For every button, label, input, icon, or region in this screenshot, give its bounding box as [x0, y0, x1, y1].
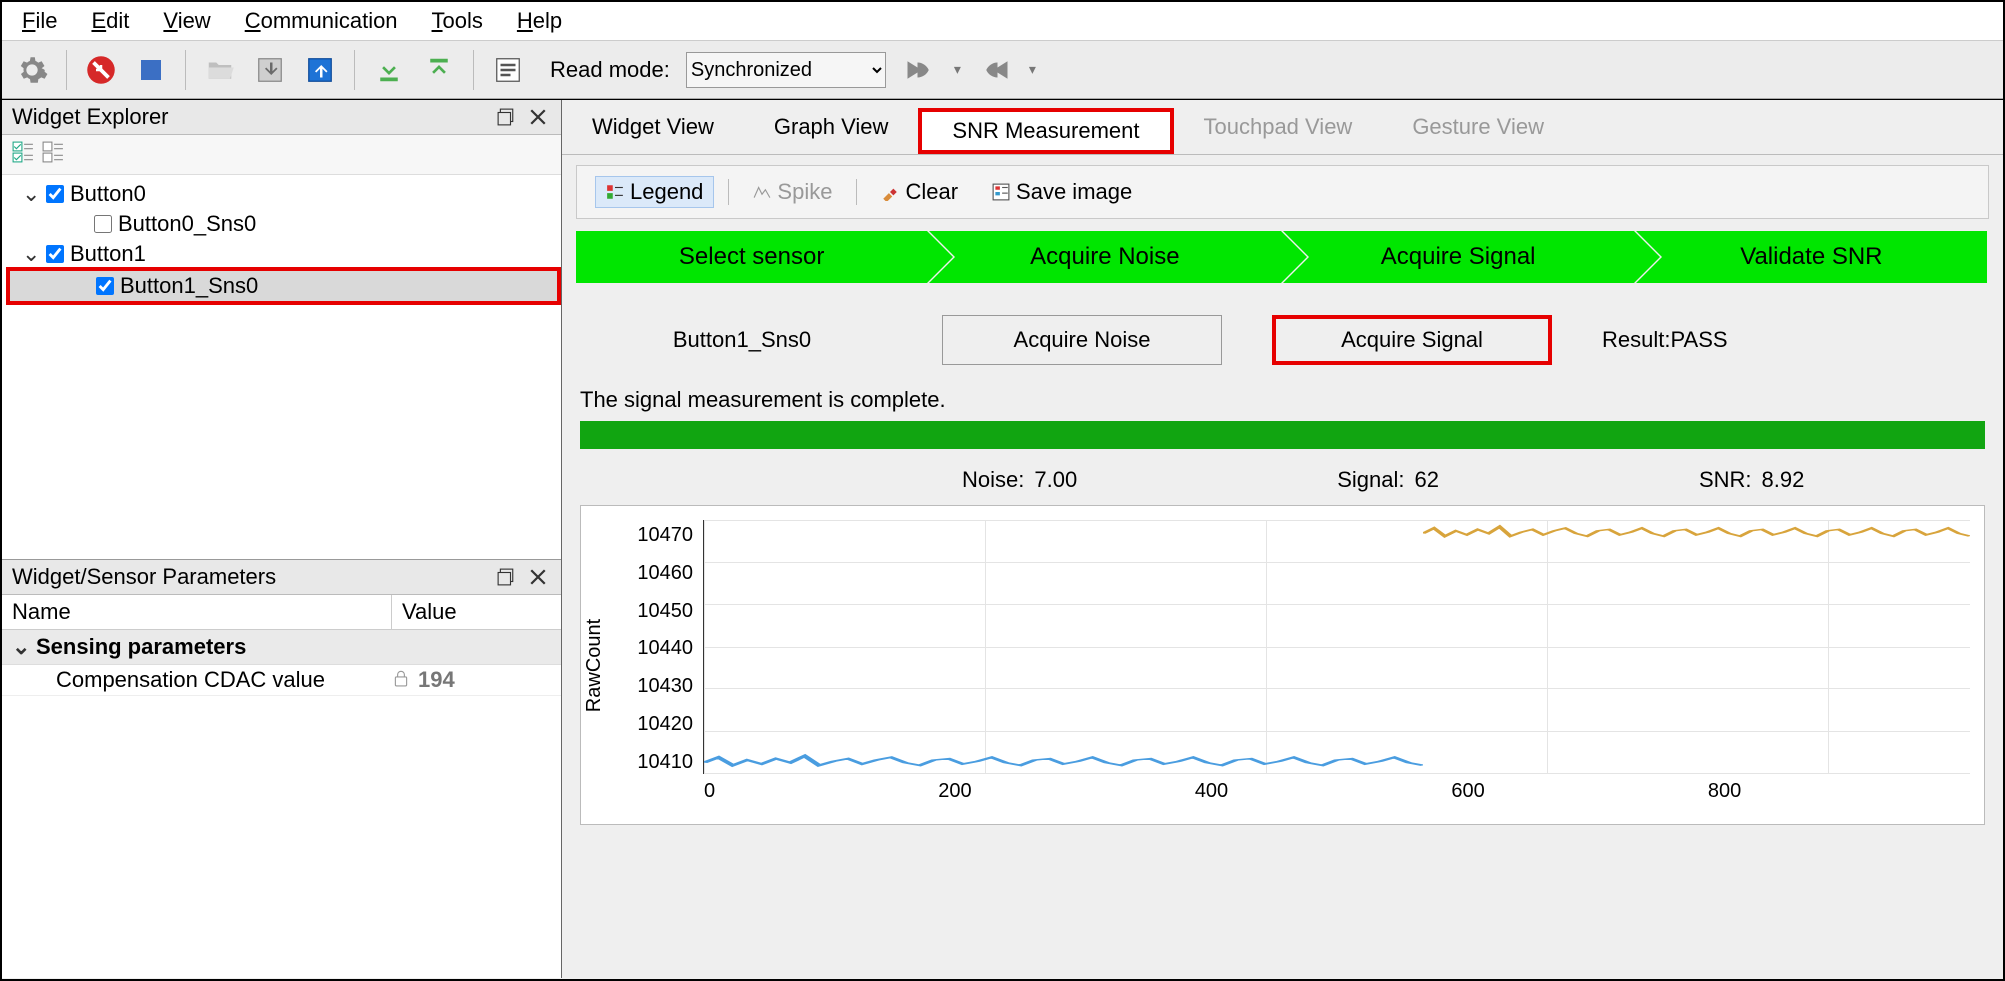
close-icon[interactable]: [529, 566, 551, 588]
download-icon[interactable]: [369, 50, 409, 90]
expander-icon[interactable]: ⌄: [22, 181, 40, 207]
left-pane: Widget Explorer ⌄ Button0: [2, 100, 562, 978]
chart-xaxis: 0 200 400 600 800: [704, 780, 1970, 803]
chart-yaxis: 10470 10460 10450 10440 10430 10420 1041…: [609, 506, 699, 824]
lock-icon: [392, 667, 410, 693]
menu-view[interactable]: View: [157, 6, 216, 36]
tree-label: Button1: [70, 241, 146, 267]
tab-widget-view[interactable]: Widget View: [562, 108, 744, 154]
result-label: Result:PASS: [1602, 327, 1973, 353]
legend-toggle[interactable]: Legend: [595, 176, 714, 208]
tree-checkbox[interactable]: [96, 277, 114, 295]
check-all-icon[interactable]: [12, 141, 34, 168]
explorer-toolbar: [2, 135, 561, 175]
gear-icon[interactable]: [12, 50, 52, 90]
undo-icon[interactable]: [896, 50, 944, 90]
menubar: File Edit View Communication Tools Help: [2, 2, 2003, 41]
clear-button[interactable]: Clear: [871, 177, 968, 207]
snr-toolbar: Legend Spike Clear Save image: [576, 165, 1989, 219]
right-pane: Widget View Graph View SNR Measurement T…: [562, 100, 2003, 978]
widget-tree[interactable]: ⌄ Button0 Button0_Sns0 ⌄ Button1 Button1…: [2, 175, 561, 559]
close-icon[interactable]: [529, 106, 551, 128]
metric-snr: SNR:8.92: [1699, 467, 1804, 493]
menu-communication[interactable]: Communication: [239, 6, 404, 36]
restore-icon[interactable]: [497, 106, 519, 128]
menu-tools[interactable]: Tools: [426, 6, 489, 36]
params-title: Widget/Sensor Parameters: [12, 564, 276, 590]
params-columns: Name Value: [2, 595, 561, 630]
widget-explorer-header: Widget Explorer: [2, 100, 561, 135]
params-panel: Widget/Sensor Parameters Name Value ⌄ Se…: [2, 559, 561, 978]
restore-icon[interactable]: [497, 566, 519, 588]
tab-touchpad-view[interactable]: Touchpad View: [1174, 108, 1383, 154]
tab-snr-measurement[interactable]: SNR Measurement: [918, 108, 1173, 154]
tree-item-button0-sns0[interactable]: Button0_Sns0: [8, 209, 559, 239]
stop-icon[interactable]: [131, 50, 171, 90]
acquire-noise-button[interactable]: Acquire Noise: [942, 315, 1222, 365]
hscrollbar[interactable]: [2, 956, 561, 978]
selected-sensor-label: Button1_Sns0: [592, 327, 892, 353]
tree-checkbox[interactable]: [46, 185, 64, 203]
chart-series-signal: [1423, 520, 1970, 560]
params-header: Widget/Sensor Parameters: [2, 560, 561, 595]
uncheck-all-icon[interactable]: [42, 141, 64, 168]
tree-checkbox[interactable]: [94, 215, 112, 233]
metric-signal: Signal:62: [1337, 467, 1439, 493]
col-value: Value: [392, 595, 561, 629]
tab-gesture-view[interactable]: Gesture View: [1382, 108, 1574, 154]
spike-toggle[interactable]: Spike: [743, 177, 842, 207]
menu-help[interactable]: Help: [511, 6, 568, 36]
tree-label: Button1_Sns0: [120, 273, 258, 299]
import-icon[interactable]: [250, 50, 290, 90]
read-mode-label: Read mode:: [550, 57, 670, 83]
log-icon[interactable]: [488, 50, 528, 90]
param-group-label: Sensing parameters: [36, 634, 246, 660]
progress-bar: [580, 421, 1985, 449]
step-acquire-noise: Acquire Noise: [929, 231, 1280, 283]
expander-icon[interactable]: ⌄: [12, 634, 36, 660]
chart-ylabel: RawCount: [581, 506, 609, 824]
legend-label: Legend: [630, 179, 703, 205]
tree-item-button0[interactable]: ⌄ Button0: [8, 179, 559, 209]
tree-label: Button0: [70, 181, 146, 207]
param-name: Compensation CDAC value: [56, 667, 392, 693]
tree-item-button1-sns0[interactable]: Button1_Sns0: [6, 267, 561, 305]
tree-item-button1[interactable]: ⌄ Button1: [8, 239, 559, 269]
tabs: Widget View Graph View SNR Measurement T…: [562, 100, 2003, 155]
chart-plot: 0 200 400 600 800: [703, 520, 1970, 774]
redo-icon[interactable]: [971, 50, 1019, 90]
param-row[interactable]: Compensation CDAC value 194: [2, 665, 561, 696]
metrics-row: Noise:7.00 Signal:62 SNR:8.92: [562, 467, 2003, 493]
expander-icon[interactable]: ⌄: [22, 241, 40, 267]
menu-file[interactable]: File: [16, 6, 63, 36]
param-group-sensing[interactable]: ⌄ Sensing parameters: [2, 630, 561, 665]
step-validate-snr: Validate SNR: [1636, 231, 1987, 283]
upload-icon[interactable]: [419, 50, 459, 90]
col-name: Name: [2, 595, 392, 629]
save-image-button[interactable]: Save image: [982, 177, 1142, 207]
chart: RawCount 10470 10460 10450 10440 10430 1…: [580, 505, 1985, 825]
disconnect-icon[interactable]: [81, 50, 121, 90]
step-select-sensor: Select sensor: [576, 231, 927, 283]
spike-label: Spike: [777, 179, 832, 205]
menu-edit[interactable]: Edit: [85, 6, 135, 36]
step-acquire-signal: Acquire Signal: [1283, 231, 1634, 283]
status-text: The signal measurement is complete.: [580, 387, 1985, 413]
clear-label: Clear: [905, 179, 958, 205]
toolbar: Read mode: Synchronized ▾ ▾: [2, 41, 2003, 99]
read-mode-select[interactable]: Synchronized: [686, 52, 886, 88]
tree-checkbox[interactable]: [46, 245, 64, 263]
tab-graph-view[interactable]: Graph View: [744, 108, 919, 154]
tree-label: Button0_Sns0: [118, 211, 256, 237]
steps: Select sensor Acquire Noise Acquire Sign…: [576, 231, 1989, 283]
chart-series-noise: [704, 733, 1423, 773]
metric-noise: Noise:7.00: [962, 467, 1077, 493]
param-value: 194: [418, 667, 455, 693]
export-icon[interactable]: [300, 50, 340, 90]
widget-explorer-title: Widget Explorer: [12, 104, 169, 130]
action-row: Button1_Sns0 Acquire Noise Acquire Signa…: [592, 315, 1973, 365]
acquire-signal-button[interactable]: Acquire Signal: [1272, 315, 1552, 365]
open-icon[interactable]: [200, 50, 240, 90]
save-image-label: Save image: [1016, 179, 1132, 205]
